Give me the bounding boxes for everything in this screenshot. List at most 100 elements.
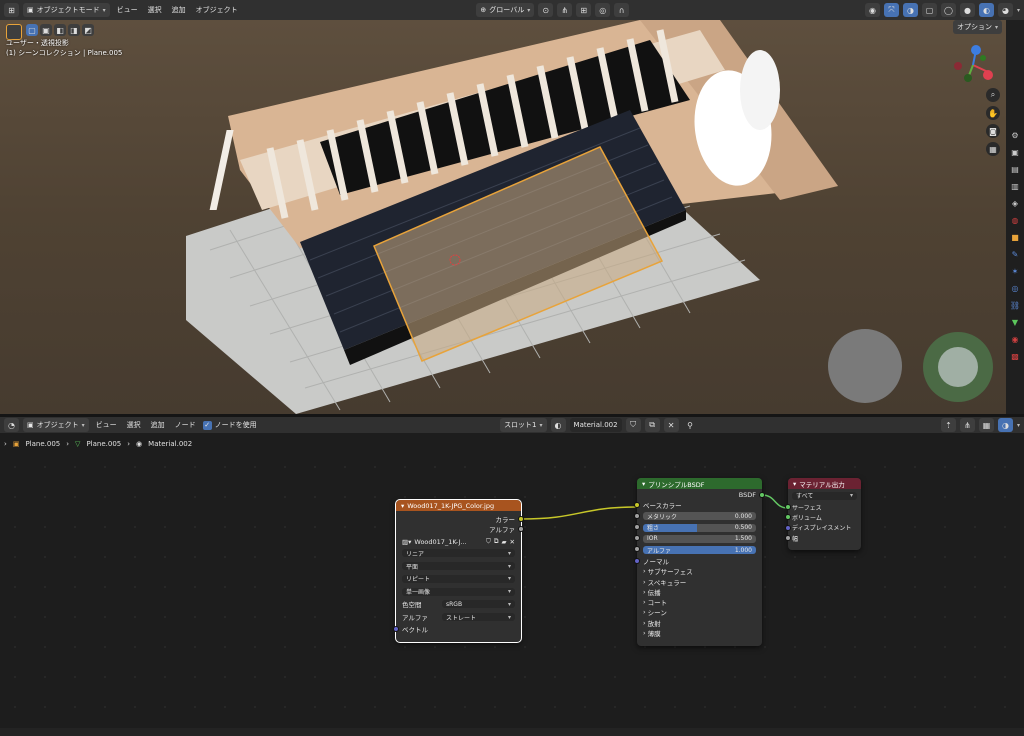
editor-type-icon[interactable]: ⊞ [4, 3, 19, 17]
options-button[interactable]: オプション ▾ [952, 20, 1002, 34]
slot-select[interactable]: スロット1 ▾ [500, 418, 547, 432]
principled-bsdf-node[interactable]: ▾ プリンシプルBSDF BSDF ベースカラー メタリック 0.000 粗さ 0.… [634, 478, 765, 646]
pin-icon[interactable]: ⚲ [683, 418, 698, 432]
projection-dropdown[interactable]: 平面 ▾ [402, 562, 515, 571]
select-extend-icon[interactable]: ▣ [40, 24, 52, 36]
overlay-icon[interactable]: ◑ [903, 3, 918, 17]
3d-viewport[interactable]: ▢ ▣ ◧ ◨ ◩ ユーザー・透視投影 (1) シーンコレクション | Plan… [0, 20, 1006, 414]
xray-icon[interactable]: ▢ [922, 3, 937, 17]
new-image-icon[interactable]: ⧉ [494, 537, 499, 546]
base-color-socket[interactable] [634, 502, 640, 509]
unlink-close-icon[interactable]: ✕ [663, 418, 679, 432]
falloff-icon[interactable]: ∩ [614, 3, 630, 17]
navigation-gizmo[interactable] [948, 40, 998, 90]
texture-tab-icon[interactable]: ▩ [1008, 349, 1022, 363]
panel-thin-film[interactable]: › 薄膜 [637, 628, 762, 638]
panel-transmission[interactable]: › 伝播 [637, 587, 762, 597]
metallic-field[interactable]: メタリック 0.000 [643, 512, 756, 521]
normal-socket[interactable] [634, 557, 640, 564]
material-output-node[interactable]: ▾ マテリアル出力 すべて ▾ サーフェス ボリューム ディスプレイスメント 幅 [785, 478, 861, 550]
snap-node-icon[interactable]: ⋔ [960, 418, 975, 432]
menu-add[interactable]: 追加 [148, 420, 168, 430]
select-invert-icon[interactable]: ◨ [68, 24, 80, 36]
pivot-icon[interactable]: ⊙ [538, 3, 554, 17]
ior-field[interactable]: IOR 1.500 [643, 534, 756, 543]
roughness-socket[interactable] [634, 523, 640, 530]
gizmo-icon[interactable]: ⤧ [884, 3, 899, 17]
visibility-icon[interactable]: ◉ [865, 3, 880, 17]
transform-orientation-select[interactable]: ⊕ グローバル ▾ [476, 3, 535, 17]
fake-user-shield-icon[interactable]: ⛉ [486, 537, 491, 546]
shader-type-select[interactable]: ▣ オブジェクト ▾ [23, 418, 89, 432]
volume-socket[interactable] [785, 514, 791, 521]
shading-rendered-icon[interactable]: ◕ [998, 3, 1013, 17]
alpha-mode-dropdown[interactable]: ストレート ▾ [442, 613, 515, 622]
ior-socket[interactable] [634, 535, 640, 542]
alpha-field[interactable]: アルファ 1.000 [643, 546, 756, 555]
overlay-icon[interactable]: ◑ [998, 418, 1013, 432]
panel-subsurface[interactable]: › サブサーフェス [637, 566, 762, 576]
select-new-icon[interactable]: ▢ [26, 24, 38, 36]
open-folder-icon[interactable]: ▰ [502, 538, 507, 546]
render-tab-icon[interactable]: ▣ [1008, 145, 1022, 159]
target-dropdown[interactable]: すべて ▾ [792, 491, 857, 500]
menu-select[interactable]: 選択 [124, 420, 144, 430]
overlay-options-icon[interactable]: ▾ [1017, 422, 1020, 429]
collapse-chevron-icon[interactable]: ▾ [793, 480, 796, 488]
surface-socket[interactable] [785, 504, 791, 510]
unlink-close-icon[interactable]: ✕ [510, 538, 515, 546]
breadcrumb-expand-icon[interactable]: › [4, 440, 7, 448]
menu-view[interactable]: ビュー [114, 5, 141, 15]
output-node-header[interactable]: ▾ マテリアル出力 [788, 478, 861, 489]
object-tab-icon[interactable]: ■ [1008, 230, 1022, 244]
use-nodes-toggle[interactable]: ✓ ノードを使用 [202, 420, 257, 430]
interpolation-dropdown[interactable]: リニア ▾ [402, 549, 515, 558]
menu-node[interactable]: ノード [172, 420, 199, 430]
snap-target-icon[interactable]: ⊞ [576, 3, 592, 17]
panel-emission[interactable]: › 放射 [637, 618, 762, 628]
image-node-header[interactable]: ▾ Wood017_1K-JPG_Color.jpg [396, 500, 521, 511]
duplicate-material-icon[interactable]: ⧉ [644, 418, 660, 432]
image-selector[interactable]: ▨▾ Wood017_1K-J... ⛉ ⧉ ▰ ✕ [402, 537, 515, 546]
pan-hand-icon[interactable]: ✋ [986, 106, 1000, 120]
output-tab-icon[interactable]: ▤ [1008, 162, 1022, 176]
data-tab-icon[interactable]: ▼ [1008, 315, 1022, 329]
thickness-socket[interactable] [785, 534, 791, 541]
bsdf-node-header[interactable]: ▾ プリンシプルBSDF [637, 478, 762, 489]
panel-sheen[interactable]: › シーン [637, 607, 762, 617]
grid-projection-icon[interactable]: ▦ [986, 142, 1000, 156]
menu-add[interactable]: 追加 [169, 5, 189, 15]
color-space-dropdown[interactable]: sRGB ▾ [442, 600, 515, 609]
bsdf-output-socket[interactable] [759, 492, 765, 498]
checkbox-checked-icon[interactable]: ✓ [202, 420, 212, 430]
metallic-socket[interactable] [634, 512, 640, 519]
particles-tab-icon[interactable]: ✶ [1008, 264, 1022, 278]
material-tab-icon[interactable]: ◉ [1008, 332, 1022, 346]
select-subtract-icon[interactable]: ◧ [54, 24, 66, 36]
displacement-socket[interactable] [785, 524, 791, 531]
image-browse-icon[interactable]: ▨▾ [402, 538, 411, 546]
zoom-icon[interactable]: ⌕ [986, 88, 1000, 102]
alpha-socket[interactable] [634, 546, 640, 553]
proportional-edit-icon[interactable]: ◎ [595, 3, 611, 17]
mode-select[interactable]: ▣ オブジェクトモード ▾ [23, 3, 110, 17]
shading-options-icon[interactable]: ▾ [1017, 7, 1020, 14]
roughness-field[interactable]: 粗さ 0.500 [643, 523, 756, 532]
collapse-chevron-icon[interactable]: ▾ [642, 480, 645, 488]
collapse-chevron-icon[interactable]: ▾ [401, 502, 404, 510]
material-browse-icon[interactable]: ◐ [550, 418, 566, 432]
menu-select[interactable]: 選択 [145, 5, 165, 15]
snap-options-icon[interactable]: ▦ [979, 418, 994, 432]
select-intersect-icon[interactable]: ◩ [82, 24, 94, 36]
color-output-socket[interactable] [518, 516, 524, 522]
extension-dropdown[interactable]: リピート ▾ [402, 574, 515, 583]
menu-object[interactable]: オブジェクト [193, 5, 241, 15]
tool-tab-icon[interactable]: ⚙ [1008, 128, 1022, 142]
shading-solid-icon[interactable]: ● [960, 3, 975, 17]
fake-user-shield-icon[interactable]: ⛉ [625, 418, 641, 432]
image-texture-node[interactable]: ▾ Wood017_1K-JPG_Color.jpg カラー アルファ ▨▾ W… [393, 499, 524, 643]
parent-node-tree-icon[interactable]: ⇡ [941, 418, 956, 432]
panel-coat[interactable]: › コート [637, 597, 762, 607]
view-layer-tab-icon[interactable]: ▥ [1008, 179, 1022, 193]
world-tab-icon[interactable]: ◍ [1008, 213, 1022, 227]
